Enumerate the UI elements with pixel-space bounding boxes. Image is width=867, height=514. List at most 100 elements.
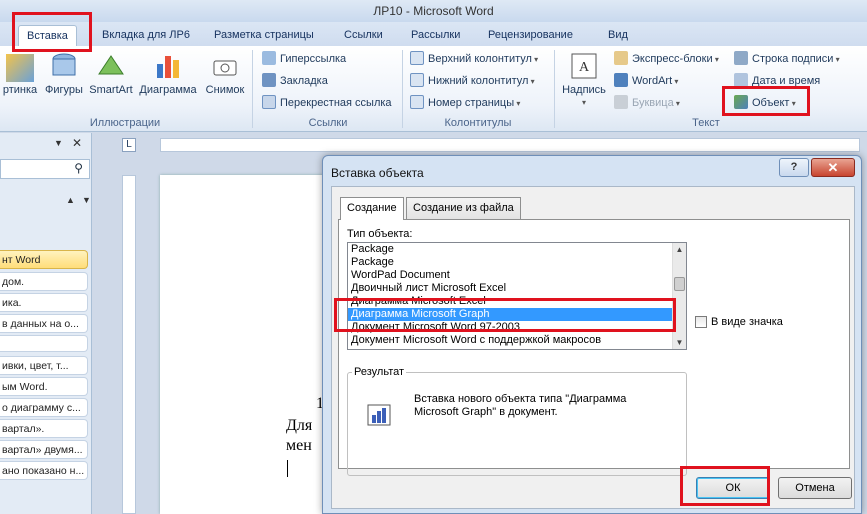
tab-mailings[interactable]: Рассылки <box>403 25 468 46</box>
highlight-box <box>722 86 810 116</box>
ribbon-separator <box>402 50 403 128</box>
footer-button[interactable]: Нижний колонтитул <box>410 72 535 91</box>
header-icon <box>410 51 424 65</box>
tab-references[interactable]: Ссылки <box>336 25 391 46</box>
cross-reference-icon <box>262 95 276 109</box>
group-label-links: Ссылки <box>308 117 348 129</box>
result-label: Результат <box>352 366 407 378</box>
nav-item[interactable]: ым Word. <box>0 377 88 396</box>
screenshot-button[interactable]: Снимок <box>202 50 248 112</box>
insert-object-dialog: Вставка объекта ? ✕ Создание Создание из… <box>322 155 862 514</box>
horizontal-ruler[interactable] <box>160 138 860 152</box>
create-panel: Тип объекта: Package Package WordPad Doc… <box>338 219 850 476</box>
dropcap-button[interactable]: Буквица <box>614 94 680 113</box>
bookmark-button[interactable]: Закладка <box>262 72 328 91</box>
search-icon: ⚲ <box>74 161 83 175</box>
page-number-button[interactable]: Номер страницы <box>410 94 520 113</box>
tab-view[interactable]: Вид <box>600 25 636 46</box>
nav-item[interactable]: дом. <box>0 272 88 291</box>
group-label-text: Текст <box>692 117 720 129</box>
tab-create-from-file[interactable]: Создание из файла <box>406 197 521 219</box>
nav-item[interactable]: вартал». <box>0 419 88 438</box>
help-button[interactable]: ? <box>779 158 809 177</box>
highlight-box <box>12 12 92 52</box>
footer-icon <box>410 73 424 87</box>
dropcap-icon <box>614 95 628 109</box>
tab-lr6[interactable]: Вкладка для ЛР6 <box>94 25 198 46</box>
group-label-illustrations: Иллюстрации <box>89 117 161 129</box>
doc-text: Для <box>286 417 313 434</box>
scroll-down-icon[interactable]: ▼ <box>673 336 686 349</box>
chart-button[interactable]: Диаграмма <box>136 50 200 112</box>
nav-item[interactable]: нт Word <box>0 250 88 269</box>
scroll-up-icon[interactable]: ▲ <box>673 243 686 256</box>
smartart-icon <box>98 55 124 75</box>
nav-item[interactable]: в данных на о... <box>0 314 88 333</box>
result-text: Вставка нового объекта типа "Диаграмма M… <box>414 393 627 418</box>
nav-item[interactable]: о диаграмму с... <box>0 398 88 417</box>
close-button[interactable]: ✕ <box>811 158 855 177</box>
window-title: ЛР10 - Microsoft Word <box>0 0 867 22</box>
as-icon-label: В виде значка <box>711 316 783 328</box>
navigation-pane: ▼ ✕ ⚲ ▲ ▼ нт Word дом. ика. в данных на … <box>0 133 92 514</box>
dropdown-icon[interactable]: ▼ <box>54 138 63 148</box>
hyperlink-button[interactable]: Гиперссылка <box>262 50 346 69</box>
nav-item[interactable]: ано показано н... <box>0 461 88 480</box>
list-item[interactable]: Документ Microsoft Word с поддержкой мак… <box>348 334 686 347</box>
shapes-button[interactable]: Фигуры <box>42 50 86 112</box>
nav-item[interactable] <box>0 335 88 352</box>
text-cursor <box>287 460 288 477</box>
close-icon[interactable]: ✕ <box>72 136 82 150</box>
wordart-icon <box>614 73 628 87</box>
picture-icon <box>6 54 34 82</box>
graph-object-icon <box>367 404 391 426</box>
tab-create-new[interactable]: Создание <box>340 197 404 220</box>
cancel-button[interactable]: Отмена <box>778 477 852 499</box>
ribbon-separator <box>252 50 253 128</box>
nav-item[interactable]: ивки, цвет, т... <box>0 356 88 375</box>
picture-button[interactable]: ртинка <box>0 50 40 112</box>
ribbon-separator <box>554 50 555 128</box>
svg-text:A: A <box>579 60 590 75</box>
chart-icon <box>157 56 179 78</box>
object-type-label: Тип объекта: <box>347 228 413 240</box>
list-item[interactable]: Package <box>348 256 686 269</box>
dialog-body: Создание Создание из файла Тип объекта: … <box>331 186 855 509</box>
arrow-up-icon[interactable]: ▲ <box>66 195 75 205</box>
cross-reference-button[interactable]: Перекрестная ссылка <box>262 94 392 113</box>
hyperlink-icon <box>262 51 276 65</box>
as-icon-checkbox[interactable] <box>695 316 707 328</box>
quick-parts-icon <box>614 51 628 65</box>
calendar-icon <box>734 73 748 87</box>
nav-item[interactable]: ика. <box>0 293 88 312</box>
list-item[interactable]: Package <box>348 243 686 256</box>
list-scrollbar[interactable]: ▲ ▼ <box>672 243 686 349</box>
quick-parts-button[interactable]: Экспресс-блоки <box>614 50 719 69</box>
smartart-button[interactable]: SmartArt <box>88 50 134 112</box>
tab-selector[interactable]: L <box>122 138 136 152</box>
nav-search-input[interactable]: ⚲ <box>0 159 90 179</box>
shapes-icon <box>52 53 76 76</box>
tab-review[interactable]: Рецензирование <box>480 25 581 46</box>
header-button[interactable]: Верхний колонтитул <box>410 50 538 69</box>
arrow-down-icon[interactable]: ▼ <box>82 195 91 205</box>
doc-text: мен <box>286 437 312 454</box>
signature-icon <box>734 51 748 65</box>
nav-header: ▼ ✕ <box>0 133 91 155</box>
list-item[interactable]: Двоичный лист Microsoft Excel <box>348 282 686 295</box>
nav-item[interactable]: вартал» двумя... <box>0 440 88 459</box>
vertical-ruler[interactable] <box>122 175 136 514</box>
object-type-list[interactable]: Package Package WordPad Document Двоичны… <box>347 242 687 350</box>
scroll-thumb[interactable] <box>674 277 685 291</box>
list-item[interactable]: WordPad Document <box>348 269 686 282</box>
textbox-button[interactable]: A Надпись <box>560 50 608 112</box>
wordart-button[interactable]: WordArt <box>614 72 678 91</box>
bookmark-icon <box>262 73 276 87</box>
signature-line-button[interactable]: Строка подписи <box>734 50 840 69</box>
camera-icon <box>213 60 237 76</box>
highlight-box <box>334 298 676 332</box>
ribbon-tabs: Вставка Вкладка для ЛР6 Разметка страниц… <box>0 22 867 47</box>
textbox-icon: A <box>571 53 597 79</box>
highlight-box <box>680 466 770 506</box>
tab-page-layout[interactable]: Разметка страницы <box>206 25 322 46</box>
